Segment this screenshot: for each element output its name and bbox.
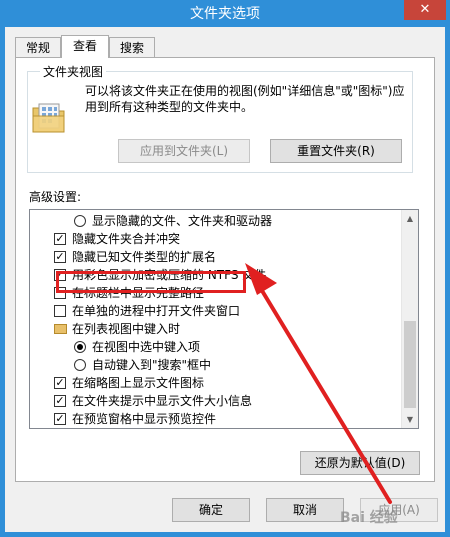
list-item-label: 在文件夹提示中显示文件大小信息 bbox=[72, 394, 253, 408]
close-button[interactable]: ✕ bbox=[404, 0, 446, 20]
list-item-label: 在单独的进程中打开文件夹窗口 bbox=[72, 304, 241, 318]
dialog-client: 常规 查看 搜索 文件夹视图 可以将该文件夹正在使用的视图(例如"详细信息"或"… bbox=[5, 27, 445, 532]
checkbox-checked[interactable]: ✓ bbox=[54, 251, 66, 263]
radio-button[interactable] bbox=[74, 215, 86, 227]
restore-defaults-button[interactable]: 还原为默认值(D) bbox=[300, 451, 420, 475]
advanced-settings-list[interactable]: 显示隐藏的文件、文件夹和驱动器 ✓ 隐藏文件夹合并冲突 ✓ 隐藏已知文件类型的扩… bbox=[29, 209, 419, 429]
list-item-label: 隐藏文件夹合并冲突 bbox=[72, 232, 181, 246]
list-item-label: 显示隐藏的文件、文件夹和驱动器 bbox=[92, 214, 273, 228]
vertical-scrollbar[interactable]: ▲ ▼ bbox=[401, 210, 418, 428]
tab-search[interactable]: 搜索 bbox=[109, 37, 155, 57]
folder-view-icon bbox=[31, 102, 67, 134]
list-item-label: 在缩略图上显示文件图标 bbox=[72, 376, 205, 390]
checkbox-checked[interactable]: ✓ bbox=[54, 233, 66, 245]
folder-options-window: 文件夹选项 ✕ 常规 查看 搜索 文件夹视图 可以将该文件夹正在使用的视图(例如… bbox=[0, 0, 450, 537]
ok-button[interactable]: 确定 bbox=[172, 498, 250, 522]
scrollbar-thumb[interactable] bbox=[404, 321, 416, 408]
radio-button[interactable] bbox=[74, 359, 86, 371]
scroll-down-arrow-icon[interactable]: ▼ bbox=[402, 411, 418, 428]
checkbox-checked[interactable]: ✓ bbox=[54, 413, 66, 425]
scroll-up-arrow-icon[interactable]: ▲ bbox=[402, 210, 418, 227]
cancel-button[interactable]: 取消 bbox=[266, 498, 344, 522]
checkbox-checked[interactable]: ✓ bbox=[54, 377, 66, 389]
radio-button-selected[interactable] bbox=[74, 341, 86, 353]
checkbox-unchecked[interactable] bbox=[54, 305, 66, 317]
checkbox-checked[interactable]: ✓ bbox=[54, 395, 66, 407]
list-item-label: 自动键入到"搜索"框中 bbox=[92, 358, 212, 372]
reset-folders-button[interactable]: 重置文件夹(R) bbox=[270, 139, 402, 163]
list-item-label: 隐藏已知文件类型的扩展名 bbox=[72, 250, 217, 264]
tab-view[interactable]: 查看 bbox=[61, 35, 109, 58]
window-title: 文件夹选项 bbox=[190, 6, 260, 22]
advanced-settings-label: 高级设置: bbox=[29, 190, 82, 204]
list-item-label: 在视图中选中键入项 bbox=[92, 340, 201, 354]
folder-views-title: 文件夹视图 bbox=[40, 63, 107, 80]
folder-views-description: 可以将该文件夹正在使用的视图(例如"详细信息"或"图标")应用到所有这种类型的文… bbox=[85, 84, 405, 114]
highlight-box bbox=[56, 271, 246, 293]
title-bar: 文件夹选项 ✕ bbox=[0, 0, 450, 26]
list-item-label: 在列表视图中键入时 bbox=[72, 322, 181, 336]
apply-to-folders-button[interactable]: 应用到文件夹(L) bbox=[118, 139, 250, 163]
folder-icon bbox=[54, 324, 67, 334]
watermark-logo: Bai 经验 bbox=[340, 510, 398, 526]
list-item-label: 在预览窗格中显示预览控件 bbox=[72, 412, 217, 426]
tab-general[interactable]: 常规 bbox=[15, 37, 61, 57]
